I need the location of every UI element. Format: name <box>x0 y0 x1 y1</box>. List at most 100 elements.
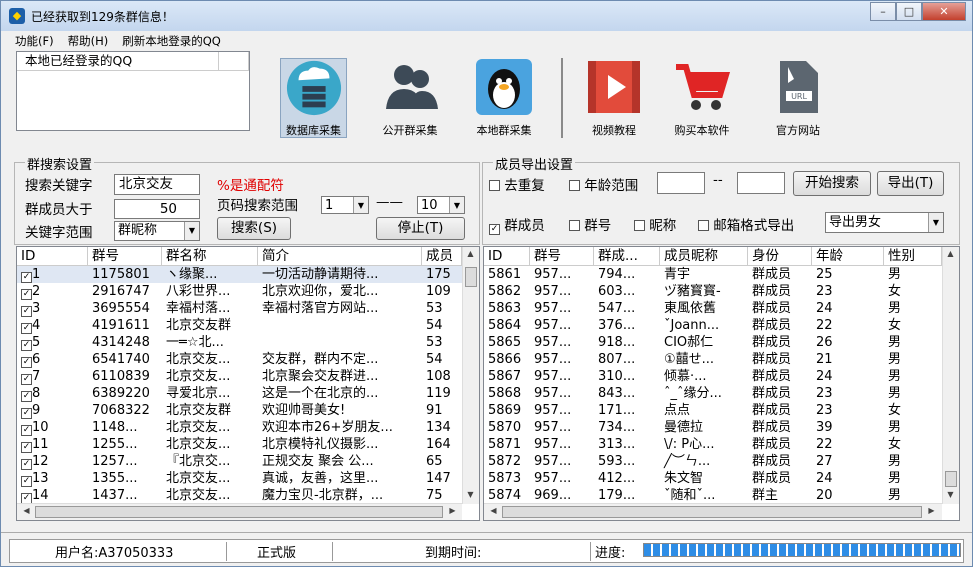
gender-export-select[interactable]: 导出男女 ▼ <box>825 212 944 233</box>
search-button[interactable]: 搜索(S) <box>217 217 291 240</box>
table-row[interactable]: 5865 957... 918... CIO郝仁 群成员 26 男 <box>484 334 942 351</box>
age-from-input[interactable] <box>657 172 705 194</box>
table-row[interactable]: 5872 957... 593... ╱︶ㄣ... 群成员 27 男 <box>484 453 942 470</box>
table-row[interactable]: ✓ 1 1175801 ヽ缘聚... 一切活动静请期待... 175 <box>17 266 462 283</box>
row-checkbox[interactable]: ✓ <box>21 374 32 385</box>
age-range-option[interactable]: 年龄范围 <box>569 174 638 194</box>
table-row[interactable]: ✓ 2 2916747 八彩世界... 北京欢迎你，爱北... 109 <box>17 283 462 300</box>
table-row[interactable]: ✓ 4 4191611 北京交友群 54 <box>17 317 462 334</box>
row-checkbox[interactable]: ✓ <box>21 306 32 317</box>
row-checkbox[interactable]: ✓ <box>21 357 32 368</box>
scroll-thumb[interactable] <box>945 471 957 487</box>
start-search-button[interactable]: 开始搜索 <box>793 171 871 196</box>
column-header-role[interactable]: 身份 <box>748 247 812 265</box>
column-header-gender[interactable]: 性别 <box>884 247 942 265</box>
page-from-select[interactable]: 1 ▼ <box>321 196 369 214</box>
row-checkbox[interactable]: ✓ <box>21 340 32 351</box>
scope-select[interactable]: 群昵称 ▼ <box>114 221 200 241</box>
tool-public-group-collect[interactable]: 公开群采集 <box>370 57 450 138</box>
scroll-up-icon[interactable]: ▲ <box>943 249 958 258</box>
nickname-checkbox[interactable] <box>634 220 645 231</box>
table-row[interactable]: ✓ 3 3695554 幸福村落... 幸福村落官方网站... 53 <box>17 300 462 317</box>
tool-buy-software[interactable]: 购买本软件 <box>662 57 742 138</box>
age-to-input[interactable] <box>737 172 785 194</box>
row-checkbox[interactable]: ✓ <box>21 272 32 283</box>
scroll-left-icon[interactable]: ◀ <box>19 506 34 515</box>
maximize-button[interactable]: □ <box>896 2 922 21</box>
table-row[interactable]: ✓ 6 6541740 北京交友... 交友群，群内不定... 54 <box>17 351 462 368</box>
dedupe-checkbox[interactable] <box>489 180 500 191</box>
page-to-select[interactable]: 10 ▼ <box>417 196 465 214</box>
scroll-down-icon[interactable]: ▼ <box>463 490 478 499</box>
member-option[interactable]: ✓ 群成员 <box>489 214 545 235</box>
scroll-right-icon[interactable]: ▶ <box>924 506 939 515</box>
member-table-hscroll[interactable]: ◀ ▶ <box>484 503 942 520</box>
logged-qq-list[interactable]: 本地已经登录的QQ <box>16 51 250 131</box>
row-checkbox[interactable]: ✓ <box>21 289 32 300</box>
stop-button[interactable]: 停止(T) <box>376 217 465 240</box>
column-header-id[interactable]: ID <box>17 247 88 265</box>
column-header-intro[interactable]: 简介 <box>258 247 422 265</box>
column-header-group-name[interactable]: 群名称 <box>162 247 258 265</box>
column-header-id[interactable]: ID <box>484 247 530 265</box>
table-row[interactable]: ✓ 13 1355... 北京交友... 真诚，友善，这里... 147 <box>17 470 462 487</box>
table-row[interactable]: 5863 957... 547... 東風依舊 群成员 24 男 <box>484 300 942 317</box>
column-header-group-number[interactable]: 群号 <box>88 247 162 265</box>
table-row[interactable]: ✓ 7 6110839 北京交友... 北京聚会交友群进... 108 <box>17 368 462 385</box>
row-checkbox[interactable]: ✓ <box>21 459 32 470</box>
row-checkbox[interactable]: ✓ <box>21 442 32 453</box>
member-list-table[interactable]: ID 群号 群成... 成员昵称 身份 年龄 性别 5861 957... 794.… <box>483 246 960 521</box>
row-checkbox[interactable]: ✓ <box>21 425 32 436</box>
scroll-thumb[interactable] <box>35 506 443 518</box>
scroll-left-icon[interactable]: ◀ <box>486 506 501 515</box>
row-checkbox[interactable]: ✓ <box>21 323 32 334</box>
table-row[interactable]: 5867 957... 310... 倾慕·... 群成员 24 男 <box>484 368 942 385</box>
tool-official-website[interactable]: URL 官方网站 <box>758 57 838 138</box>
email-format-checkbox[interactable] <box>698 220 709 231</box>
nickname-option[interactable]: 昵称 <box>634 214 676 234</box>
scroll-down-icon[interactable]: ▼ <box>943 490 958 499</box>
member-table-vscroll[interactable]: ▲ ▼ <box>942 247 959 504</box>
table-row[interactable]: ✓ 5 4314248 一═☆北... 53 <box>17 334 462 351</box>
scroll-right-icon[interactable]: ▶ <box>445 506 460 515</box>
row-checkbox[interactable]: ✓ <box>21 408 32 419</box>
member-checkbox[interactable]: ✓ <box>489 224 500 235</box>
group-list-table[interactable]: ID 群号 群名称 简介 成员 ✓ 1 1175801 ヽ缘聚... 一切活动静请期待.… <box>16 246 480 521</box>
keyword-input[interactable]: 北京交友 <box>114 174 200 195</box>
minimize-button[interactable]: – <box>870 2 896 21</box>
column-header-age[interactable]: 年龄 <box>812 247 884 265</box>
group-table-hscroll[interactable]: ◀ ▶ <box>17 503 462 520</box>
column-header-group-member[interactable]: 群成... <box>594 247 660 265</box>
table-row[interactable]: 5862 957... 603... ヅ豬寳寳- 群成员 23 女 <box>484 283 942 300</box>
group-table-vscroll[interactable]: ▲ ▼ <box>462 247 479 504</box>
table-row[interactable]: 5870 957... 734... 曼德拉 群成员 39 男 <box>484 419 942 436</box>
table-row[interactable]: 5874 969... 179... ˇ随和ˇ... 群主 20 男 <box>484 487 942 504</box>
scroll-thumb[interactable] <box>502 506 922 518</box>
column-header-group-number[interactable]: 群号 <box>530 247 594 265</box>
group-number-checkbox[interactable] <box>569 220 580 231</box>
table-row[interactable]: 5861 957... 794... 青宇 群成员 25 男 <box>484 266 942 283</box>
export-button[interactable]: 导出(T) <box>877 171 944 196</box>
tool-video-tutorial[interactable]: 视频教程 <box>574 57 654 138</box>
table-row[interactable]: ✓ 8 6389220 寻爱北京... 这是一个在北京的... 119 <box>17 385 462 402</box>
group-number-option[interactable]: 群号 <box>569 214 611 234</box>
table-row[interactable]: ✓ 14 1437... 北京交友... 魔力宝贝-北京群，... 75 <box>17 487 462 504</box>
close-button[interactable]: ✕ <box>922 2 966 21</box>
table-row[interactable]: ✓ 11 1255... 北京交友... 北京模特礼仪摄影... 164 <box>17 436 462 453</box>
table-row[interactable]: 5869 957... 171... 点点 群成员 23 女 <box>484 402 942 419</box>
table-row[interactable]: ✓ 9 7068322 北京交友群 欢迎帅哥美女! 91 <box>17 402 462 419</box>
table-row[interactable]: 5871 957... 313... \/: P心... 群成员 22 女 <box>484 436 942 453</box>
table-row[interactable]: 5864 957... 376... ˇJoann... 群成员 22 女 <box>484 317 942 334</box>
table-row[interactable]: ✓ 10 1148... 北京交友... 欢迎本市26+岁朋友... 134 <box>17 419 462 436</box>
column-header-member-nick[interactable]: 成员昵称 <box>660 247 748 265</box>
tool-database-collect[interactable]: 数据库采集 <box>280 58 347 138</box>
dedupe-option[interactable]: 去重复 <box>489 174 545 194</box>
table-row[interactable]: ✓ 12 1257... 『北京交... 正规交友 聚会 公... 65 <box>17 453 462 470</box>
table-row[interactable]: 5873 957... 412... 朱文智 群成员 24 男 <box>484 470 942 487</box>
table-row[interactable]: 5868 957... 843... ˆ_ˆ缘分... 群成员 23 男 <box>484 385 942 402</box>
row-checkbox[interactable]: ✓ <box>21 476 32 487</box>
tool-local-group-collect[interactable]: 本地群采集 <box>464 57 544 138</box>
row-checkbox[interactable]: ✓ <box>21 391 32 402</box>
column-header-members[interactable]: 成员 <box>422 247 462 265</box>
menu-refresh-local-qq[interactable]: 刷新本地登录的QQ <box>122 32 221 50</box>
